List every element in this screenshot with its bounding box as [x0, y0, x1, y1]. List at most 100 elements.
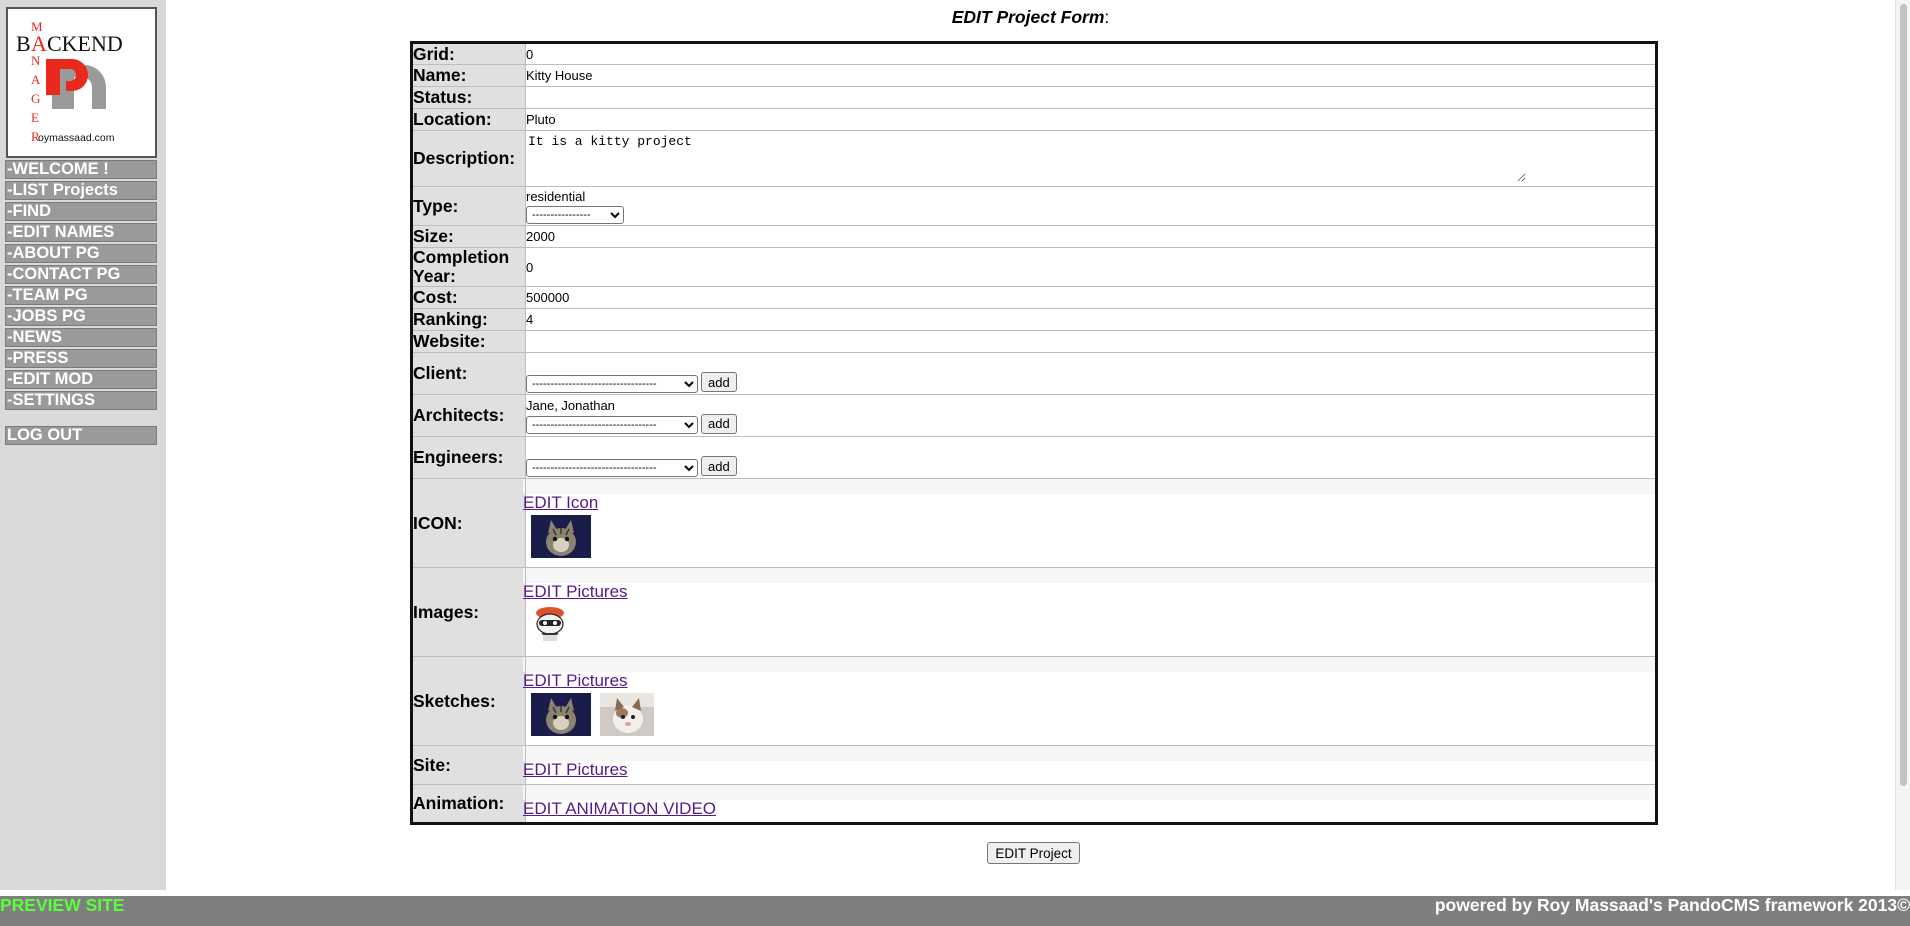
preview-site-link[interactable]: PREVIEW SITE — [0, 896, 124, 914]
sidebar-item-edit-names[interactable]: -EDIT NAMES — [5, 223, 157, 242]
engineers-select[interactable]: ---------------------------------- — [526, 458, 698, 477]
backend-manager-logo: M N A G E R B A CKEND oymassaad.com — [6, 7, 157, 158]
type-current-value: residential — [526, 189, 586, 204]
sketches-band — [523, 657, 1655, 672]
sketches-label: Sketches: — [411, 656, 526, 746]
row-ranking: Ranking: 4 — [411, 308, 1657, 331]
row-client: Client: --------------------------------… — [411, 352, 1657, 395]
completion-year-label-line1: Completion — [413, 247, 510, 267]
add-engineer-button[interactable]: add — [701, 456, 737, 477]
row-location: Location: Pluto — [411, 108, 1657, 131]
sidebar-item-press[interactable]: -PRESS — [5, 349, 157, 368]
animation-label: Animation: — [411, 784, 526, 824]
edit-images-link[interactable]: EDIT Pictures — [523, 582, 628, 601]
ranking-value[interactable]: 4 — [525, 308, 1657, 331]
svg-text:oymassaad.com: oymassaad.com — [38, 132, 115, 144]
type-label: Type: — [411, 186, 526, 226]
icon-label: ICON: — [411, 478, 526, 568]
row-icon: ICON: EDIT Icon — [411, 478, 1657, 568]
size-value[interactable]: 2000 — [525, 225, 1657, 248]
animation-band — [523, 785, 1655, 800]
edit-project-button[interactable]: EDIT Project — [987, 842, 1080, 864]
type-select[interactable]: ---------------- — [526, 206, 624, 224]
row-engineers: Engineers: -----------------------------… — [411, 436, 1657, 479]
name-label: Name: — [411, 64, 526, 87]
site-band — [523, 746, 1655, 761]
cost-value[interactable]: 500000 — [525, 286, 1657, 309]
images-cell: EDIT Pictures — [523, 567, 1657, 657]
sidebar-item-about-pg[interactable]: -ABOUT PG — [5, 244, 157, 263]
scrollbar-thumb[interactable] — [1900, 4, 1907, 786]
row-type: Type: residential ---------------- — [411, 186, 1657, 226]
engineers-cell: ---------------------------------- add — [525, 436, 1657, 479]
engineers-label: Engineers: — [411, 436, 526, 479]
sketches-cell: EDIT Pictures — [523, 656, 1657, 746]
name-value[interactable]: Kitty House — [525, 64, 1657, 87]
sidebar-item-jobs-pg[interactable]: -JOBS PG — [5, 307, 157, 326]
completion-year-label-line2: Year: — [413, 266, 456, 286]
architects-select[interactable]: ---------------------------------- — [526, 416, 698, 435]
client-cell: ---------------------------------- add — [525, 352, 1657, 395]
add-client-button[interactable]: add — [701, 372, 737, 393]
sidebar-item-list-projects[interactable]: -LIST Projects — [5, 181, 157, 200]
grid-label: Grid: — [411, 42, 526, 65]
client-select[interactable]: ---------------------------------- — [526, 374, 698, 393]
edit-icon-link[interactable]: EDIT Icon — [523, 493, 598, 512]
status-label: Status: — [411, 86, 526, 109]
logout-button[interactable]: LOG OUT — [5, 426, 157, 445]
row-description: Description: It is a kitty project — [411, 130, 1657, 187]
status-value[interactable] — [525, 86, 1657, 109]
description-textarea[interactable]: It is a kitty project — [526, 132, 1526, 182]
sidebar: M N A G E R B A CKEND oymassaad.com -WEL… — [0, 0, 166, 890]
client-label: Client: — [411, 352, 526, 395]
page-title-text: EDIT Project Form — [951, 7, 1105, 27]
powered-by-text: powered by Roy Massaad's PandoCMS framew… — [1434, 895, 1910, 915]
edit-sketches-link[interactable]: EDIT Pictures — [523, 671, 628, 690]
sidebar-item-settings[interactable]: -SETTINGS — [5, 391, 157, 410]
location-value[interactable]: Pluto — [525, 108, 1657, 131]
footer-bar: PREVIEW SITE powered by Roy Massaad's Pa… — [0, 896, 1910, 926]
svg-text:A: A — [31, 72, 41, 87]
grid-value[interactable]: 0 — [525, 42, 1657, 65]
size-label: Size: — [411, 225, 526, 248]
animation-cell: EDIT ANIMATION VIDEO — [523, 784, 1657, 824]
page-title-suffix: : — [1104, 7, 1110, 27]
svg-text:B: B — [16, 31, 31, 56]
website-value[interactable] — [525, 330, 1657, 353]
cat-photo-2-thumbnail[interactable] — [600, 693, 654, 740]
sidebar-item-news[interactable]: -NEWS — [5, 328, 157, 347]
vertical-scrollbar[interactable] — [1895, 0, 1910, 890]
row-architects: Architects: Jane, Jonathan -------------… — [411, 394, 1657, 437]
add-architect-button[interactable]: add — [701, 413, 737, 434]
architects-label: Architects: — [411, 394, 526, 437]
row-sketches: Sketches: EDIT Pictures — [411, 656, 1657, 746]
cat-photo-thumbnail[interactable] — [531, 693, 591, 740]
edit-site-link[interactable]: EDIT Pictures — [523, 760, 628, 779]
cartoon-character-thumbnail[interactable] — [531, 604, 569, 648]
logo-graphic: M N A G E R B A CKEND oymassaad.com — [16, 19, 123, 144]
website-label: Website: — [411, 330, 526, 353]
row-site: Site: EDIT Pictures — [411, 745, 1657, 785]
ranking-label: Ranking: — [411, 308, 526, 331]
sidebar-item-find[interactable]: -FIND — [5, 202, 157, 221]
architects-current: Jane, Jonathan — [526, 397, 615, 413]
icon-cell: EDIT Icon — [523, 478, 1657, 568]
images-band — [523, 568, 1655, 583]
site-cell: EDIT Pictures — [523, 745, 1657, 785]
svg-text:A: A — [31, 31, 47, 56]
row-status: Status: — [411, 86, 1657, 109]
completion-year-label: Completion Year: — [411, 247, 526, 287]
sidebar-nav: -WELCOME ! -LIST Projects -FIND -EDIT NA… — [5, 160, 157, 412]
type-cell: residential ---------------- — [525, 186, 1657, 226]
sidebar-item-edit-mod[interactable]: -EDIT MOD — [5, 370, 157, 389]
row-name: Name: Kitty House — [411, 64, 1657, 87]
row-completion-year: Completion Year: 0 — [411, 247, 1657, 287]
project-form-table: Grid: 0 Name: Kitty House Status: Locati… — [410, 41, 1658, 825]
svg-text:G: G — [31, 91, 40, 106]
sidebar-item-contact-pg[interactable]: -CONTACT PG — [5, 265, 157, 284]
sidebar-item-welcome[interactable]: -WELCOME ! — [5, 160, 157, 179]
edit-animation-video-link[interactable]: EDIT ANIMATION VIDEO — [523, 799, 716, 818]
cat-photo-thumbnail[interactable] — [531, 515, 591, 562]
completion-year-value[interactable]: 0 — [525, 247, 1657, 287]
sidebar-item-team-pg[interactable]: -TEAM PG — [5, 286, 157, 305]
